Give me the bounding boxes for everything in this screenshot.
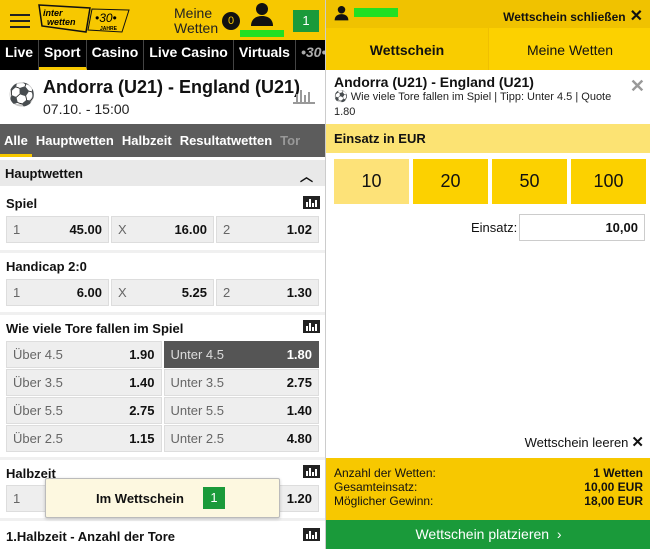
tab-meine-wetten[interactable]: Meine Wetten <box>489 28 650 70</box>
stake-100-button[interactable]: 100 <box>571 159 646 204</box>
my-bets-link[interactable]: Meine Wetten <box>174 6 220 36</box>
betting-page: inter wetten •30• JAHRE Meine Wetten 0 1… <box>0 0 325 549</box>
chevron-right-icon: › <box>552 526 562 542</box>
clear-betslip-button[interactable]: Wettschein leeren ✕ <box>525 433 644 451</box>
odd-button[interactable]: 2 1.02 <box>216 216 319 243</box>
odd-button[interactable]: Über 2.5 1.15 <box>6 425 162 452</box>
tab-tore[interactable]: Tor <box>276 124 304 157</box>
odd-button[interactable]: X 16.00 <box>111 216 214 243</box>
odd-button[interactable]: 2 1.30 <box>216 279 319 306</box>
odd-button[interactable]: Unter 3.5 2.75 <box>163 369 319 396</box>
market-title: Handicap 2:0 <box>6 259 87 274</box>
betslip-topbar: Wettschein schließen ✕ <box>326 0 650 28</box>
statistics-icon[interactable] <box>303 320 320 333</box>
match-title: Andorra (U21) - England (U21) <box>43 77 301 97</box>
svg-text:•30•: •30• <box>95 11 117 25</box>
stake-header: Einsatz in EUR <box>326 124 650 153</box>
main-nav: Live Sport Casino Live Casino Virtuals •… <box>0 40 325 70</box>
odd-button[interactable]: 1 6.00 <box>6 279 109 306</box>
menu-icon[interactable] <box>10 14 30 28</box>
svg-text:JAHRE: JAHRE <box>100 26 118 32</box>
odd-button[interactable]: Unter 2.5 4.80 <box>163 425 319 452</box>
odd-button[interactable]: X 5.25 <box>111 279 214 306</box>
odd-button[interactable]: 1 45.00 <box>6 216 109 243</box>
user-icon <box>334 6 349 21</box>
section-hauptwetten[interactable]: Hauptwetten ︿ <box>0 160 325 186</box>
market-title: Spiel <box>6 196 38 211</box>
betslip-tabs: Wettschein Meine Wetten <box>326 28 650 70</box>
nav-live[interactable]: Live <box>0 40 40 70</box>
statistics-icon[interactable] <box>303 465 320 478</box>
statistics-icon[interactable] <box>303 528 320 541</box>
stake-50-button[interactable]: 50 <box>492 159 567 204</box>
tab-wettschein[interactable]: Wettschein <box>326 28 489 70</box>
tab-halbzeit[interactable]: Halbzeit <box>118 124 176 157</box>
close-icon: ✕ <box>631 434 644 451</box>
nav-30-jahre[interactable]: •30• <box>296 40 325 70</box>
interwetten-logo[interactable]: inter wetten •30• JAHRE <box>38 4 130 34</box>
betslip-panel: Wettschein schließen ✕ Wettschein Meine W… <box>325 0 650 549</box>
soccer-ball-icon: ⚽ <box>8 82 36 107</box>
stake-label: Einsatz: <box>471 220 518 235</box>
odd-button-selected[interactable]: Unter 4.5 1.80 <box>163 341 319 368</box>
tab-alle[interactable]: Alle <box>0 124 32 157</box>
bet-item: Andorra (U21) - England (U21) ⚽ Wie viel… <box>326 70 650 124</box>
clear-label: Wettschein leeren <box>524 435 629 450</box>
quick-stakes: 10 20 50 100 <box>334 159 646 204</box>
close-icon: ✕ <box>629 8 643 25</box>
soccer-ball-icon: ⚽ <box>334 91 348 103</box>
nav-virtuals[interactable]: Virtuals <box>234 40 296 70</box>
bet-match-title: Andorra (U21) - England (U21) <box>334 74 534 90</box>
statistics-icon[interactable] <box>303 196 320 209</box>
summary-row: Möglicher Gewinn: 18,00 EUR <box>334 494 643 508</box>
betslip-popup[interactable]: Im Wettschein 1 <box>45 478 280 518</box>
open-bets-badge: 0 <box>222 12 240 30</box>
place-bet-label: Wettschein platzieren <box>415 526 550 542</box>
close-betslip-button[interactable]: Wettschein schließen ✕ <box>503 6 643 26</box>
statistics-icon[interactable] <box>293 88 315 104</box>
stake-10-button[interactable]: 10 <box>334 159 409 204</box>
market-tabs: Alle Hauptwetten Halbzeit Resultatwetten… <box>0 124 325 157</box>
place-bet-button[interactable]: Wettschein platzieren › <box>326 520 650 549</box>
remove-bet-icon[interactable]: ✕ <box>630 76 645 97</box>
stake-20-button[interactable]: 20 <box>413 159 488 204</box>
stake-input[interactable]: 10,00 <box>519 214 645 241</box>
bet-detail: Wie viele Tore fallen im Spiel | Tipp: U… <box>334 91 612 118</box>
divider <box>0 518 325 521</box>
nav-sport[interactable]: Sport <box>39 40 87 70</box>
popup-label: Im Wettschein <box>96 491 184 506</box>
redacted-balance <box>354 8 398 17</box>
summary-row: Gesamteinsatz: 10,00 EUR <box>334 480 643 494</box>
odd-button[interactable]: Über 5.5 2.75 <box>6 397 162 424</box>
market-title: 1.Halbzeit - Anzahl der Tore <box>6 529 176 544</box>
svg-text:wetten: wetten <box>47 17 76 27</box>
divider <box>0 457 325 460</box>
odds-grid: Über 4.5 1.90 Unter 4.5 1.80 Über 3.5 1.40 … <box>6 341 319 452</box>
popup-count: 1 <box>203 487 225 509</box>
market-title: Wie viele Tore fallen im Spiel <box>6 321 184 336</box>
nav-live-casino[interactable]: Live Casino <box>144 40 234 70</box>
betslip-count-button[interactable]: 1 <box>293 10 319 32</box>
divider <box>0 250 325 253</box>
odd-button[interactable]: Über 3.5 1.40 <box>6 369 162 396</box>
summary-row: Anzahl der Wetten: 1 Wetten <box>334 466 643 480</box>
header: inter wetten •30• JAHRE Meine Wetten 0 1 <box>0 0 325 40</box>
redacted-balance <box>240 30 284 37</box>
user-icon[interactable] <box>250 2 274 28</box>
odds-row: 1 45.00 X 16.00 2 1.02 <box>6 216 319 243</box>
odds-row: 1 6.00 X 5.25 2 1.30 <box>6 279 319 306</box>
divider <box>0 312 325 315</box>
tab-hauptwetten[interactable]: Hauptwetten <box>32 124 118 157</box>
chevron-up-icon[interactable]: ︿ <box>300 166 313 185</box>
odd-button[interactable]: Über 4.5 1.90 <box>6 341 162 368</box>
close-betslip-label: Wettschein schließen <box>503 10 626 24</box>
tab-resultatwetten[interactable]: Resultatwetten <box>176 124 276 157</box>
betslip-summary: Anzahl der Wetten: 1 Wetten Gesamteinsatz… <box>326 458 650 520</box>
nav-casino[interactable]: Casino <box>87 40 145 70</box>
match-date: 07.10. - 15:00 <box>43 101 130 117</box>
section-title: Hauptwetten <box>5 166 83 181</box>
odd-button[interactable]: Unter 5.5 1.40 <box>163 397 319 424</box>
